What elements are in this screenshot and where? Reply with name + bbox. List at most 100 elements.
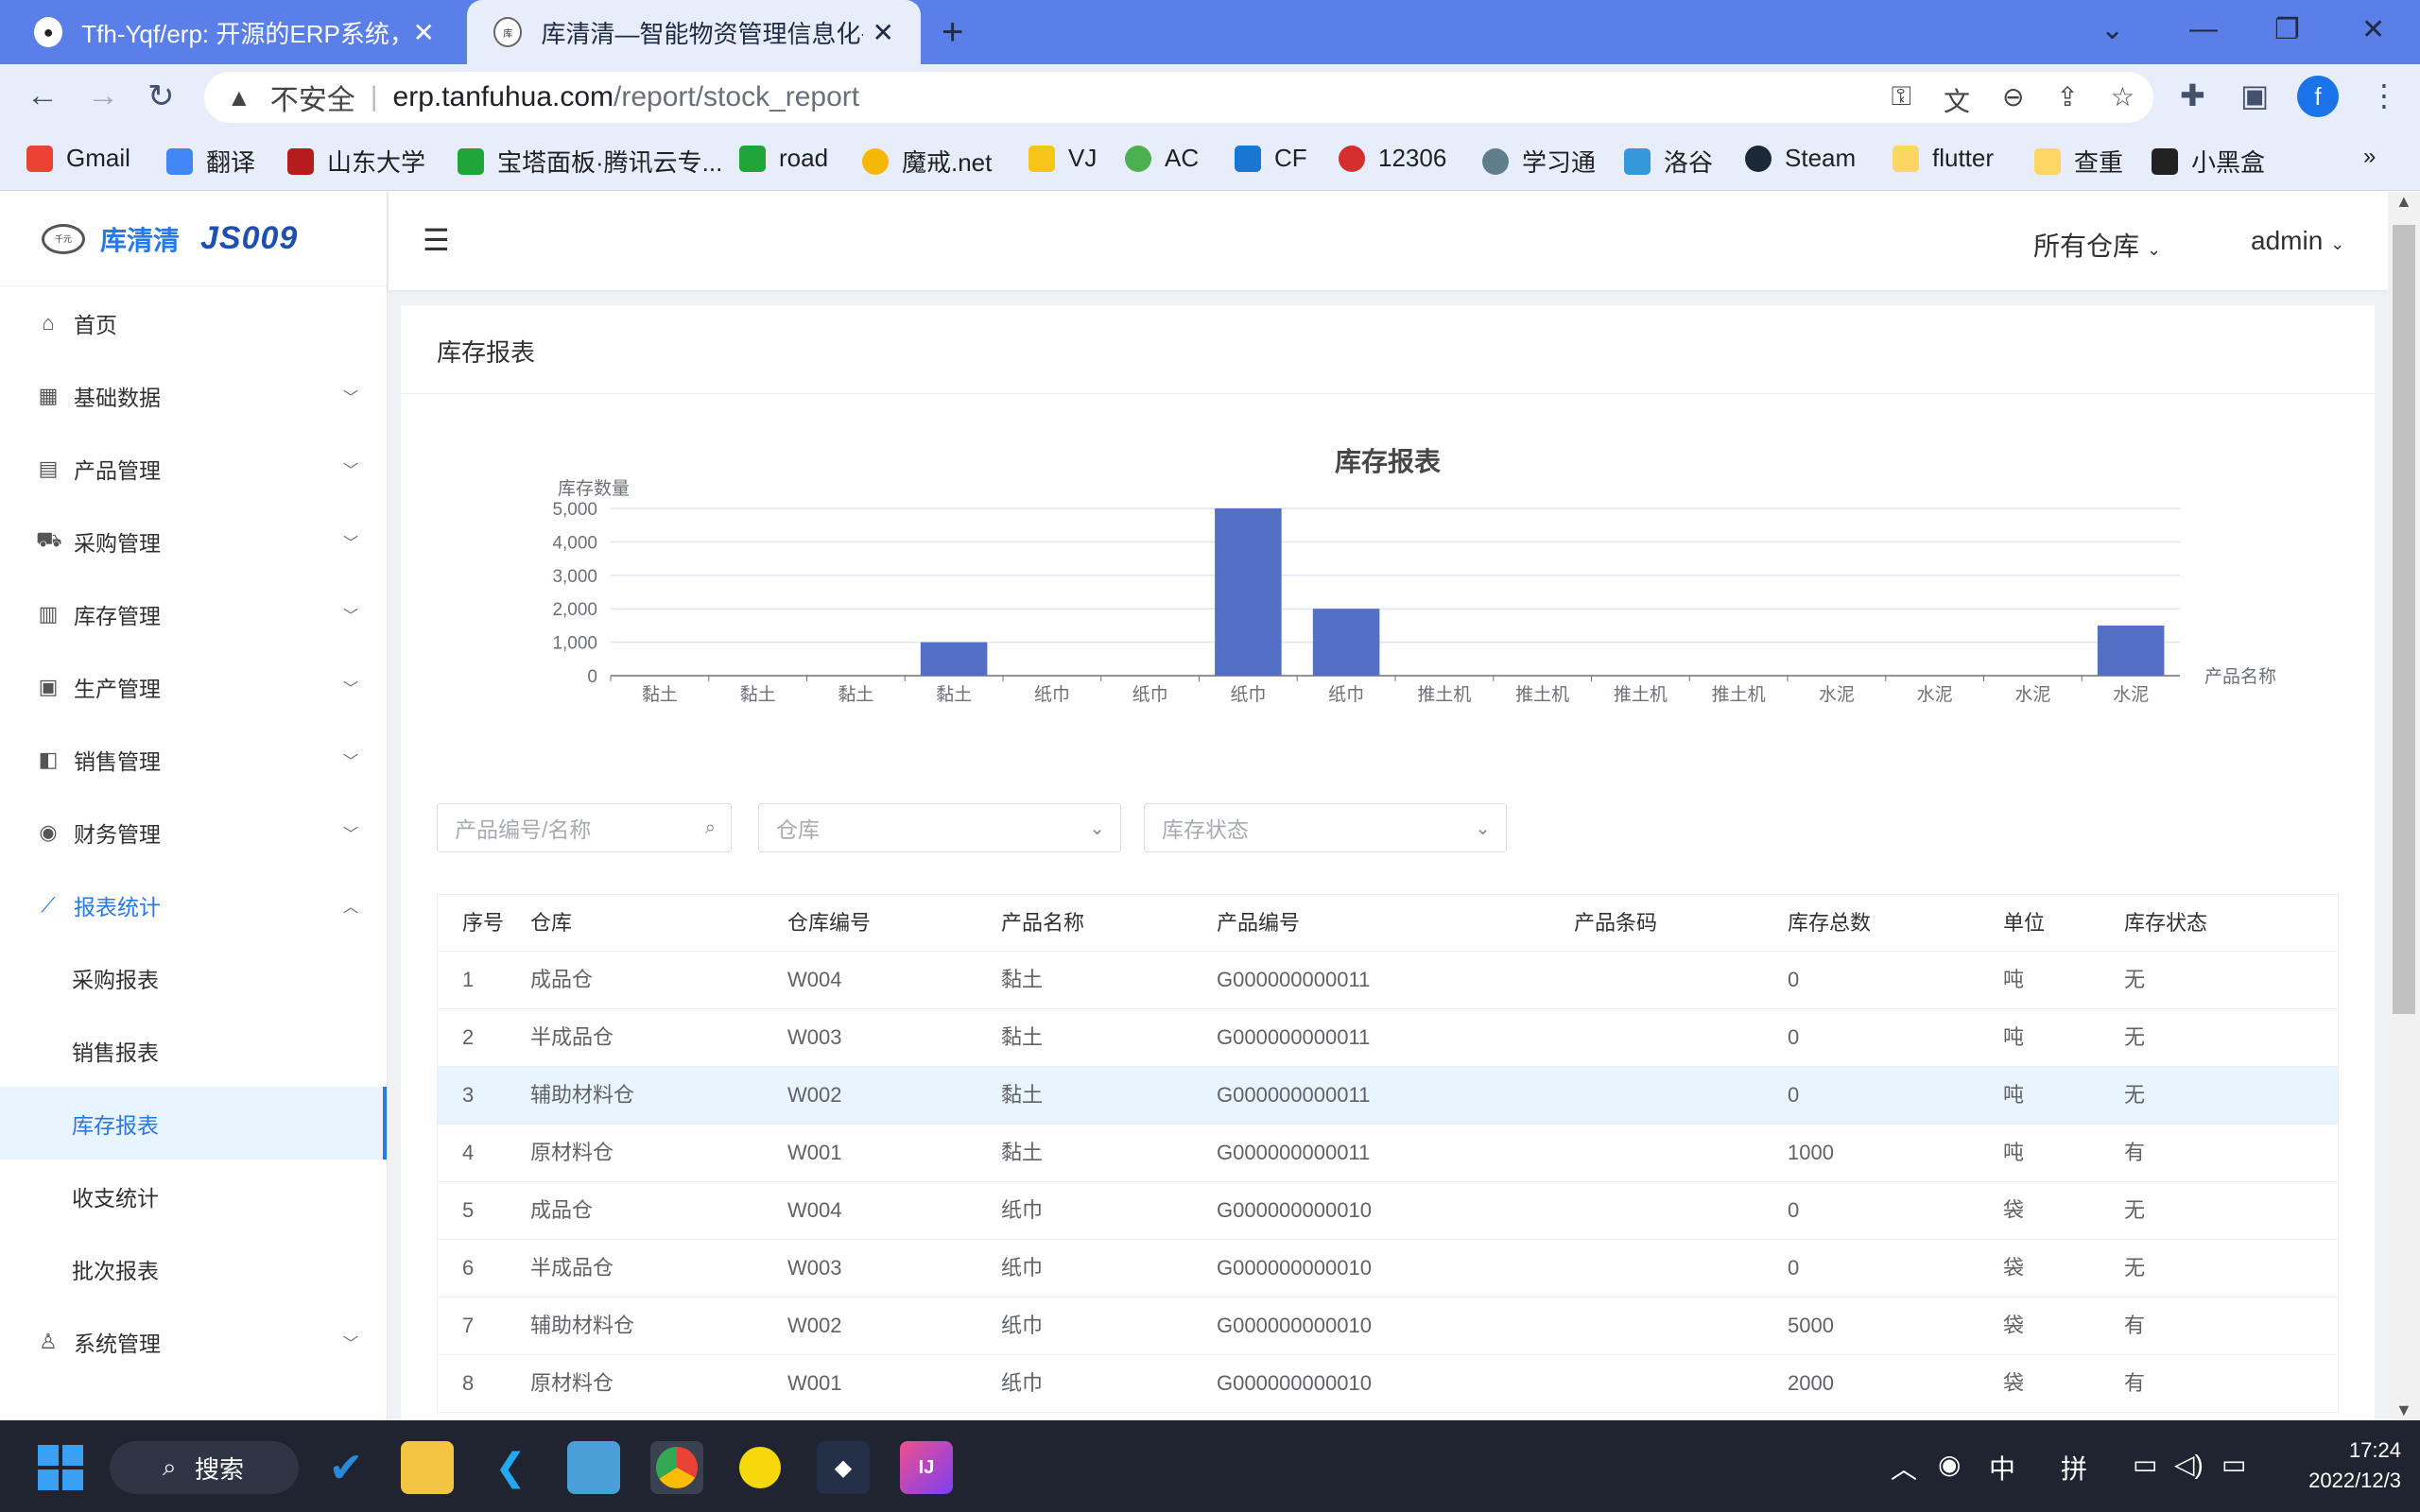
warehouse-select-placeholder: 仓库 bbox=[776, 817, 820, 842]
music-app-icon[interactable] bbox=[734, 1441, 786, 1494]
menu-item[interactable]: ⟋ 报表统计 ︿ bbox=[0, 868, 387, 941]
reload-button[interactable]: ↻ bbox=[147, 77, 175, 115]
network-icon[interactable]: ▭ bbox=[2133, 1449, 2157, 1480]
table-cell: W001 bbox=[787, 1141, 842, 1164]
bookmark-luogu[interactable]: 洛谷 bbox=[1624, 144, 1713, 179]
windows-start-icon[interactable] bbox=[38, 1445, 83, 1490]
stock-status-select[interactable]: 库存状态 ⌄ bbox=[1144, 803, 1507, 852]
close-window-button[interactable]: ✕ bbox=[2361, 13, 2385, 46]
forward-button[interactable]: → bbox=[87, 77, 119, 114]
bookmark-sdu[interactable]: 山东大学 bbox=[287, 144, 425, 179]
tray-expand-icon[interactable]: ︿ bbox=[1891, 1449, 1917, 1486]
bookmark-road[interactable]: road bbox=[739, 144, 828, 173]
grid-icon: ▦ bbox=[38, 383, 59, 407]
extensions-icon[interactable]: ✚ bbox=[2180, 77, 2205, 113]
bookmark-xuexitong[interactable]: 学习通 bbox=[1482, 144, 1596, 179]
restore-button[interactable]: ❐ bbox=[2274, 13, 2300, 46]
submenu-item[interactable]: 批次报表 bbox=[0, 1232, 387, 1305]
search-icon[interactable]: ⌕ bbox=[705, 817, 716, 839]
table-row[interactable]: 5 成品仓 W004 纸巾 G000000000010 0 袋 无 bbox=[438, 1182, 2338, 1240]
table-cell: 黏土 bbox=[1001, 1025, 1044, 1049]
menu-item[interactable]: ▣ 生产管理 ﹀ bbox=[0, 650, 387, 723]
vscode-icon[interactable]: ❮ bbox=[484, 1441, 537, 1494]
menu-item[interactable]: ◧ 销售管理 ﹀ bbox=[0, 723, 387, 796]
bookmark-baota[interactable]: 宝塔面板·腾讯云专... bbox=[458, 144, 722, 179]
page-scrollbar[interactable]: ▲ ▼ bbox=[2388, 192, 2420, 1420]
bookmark-xiaoheihe[interactable]: 小黑盒 bbox=[2152, 144, 2265, 179]
side-panel-icon[interactable]: ▣ bbox=[2240, 77, 2269, 113]
menu-item[interactable]: ▥ 库存管理 ﹀ bbox=[0, 577, 387, 650]
menu-item[interactable]: ⌂ 首页 bbox=[0, 286, 387, 359]
menu-item[interactable]: ▦ 基础数据 ﹀ bbox=[0, 359, 387, 432]
todo-app-icon[interactable]: ✔ bbox=[320, 1441, 372, 1494]
menu-item[interactable]: ♙ 系统管理 ﹀ bbox=[0, 1305, 387, 1378]
scroll-up-icon[interactable]: ▲ bbox=[2395, 192, 2412, 212]
bookmark-gmail[interactable]: Gmail bbox=[26, 144, 130, 173]
profile-avatar[interactable]: f bbox=[2297, 76, 2339, 117]
back-button[interactable]: ← bbox=[26, 77, 59, 114]
bookmark-steam[interactable]: Steam bbox=[1745, 144, 1856, 173]
table-row[interactable]: 4 原材料仓 W001 黏土 G000000000011 1000 吨 有 bbox=[438, 1125, 2338, 1182]
bookmark-mojie[interactable]: 魔戒.net bbox=[862, 144, 992, 179]
notepad-icon[interactable] bbox=[567, 1441, 620, 1494]
tab-search-icon[interactable]: ⌄ bbox=[2100, 13, 2124, 46]
cat-app-icon[interactable]: ◆ bbox=[817, 1441, 870, 1494]
menu-item[interactable]: ▤ 产品管理 ﹀ bbox=[0, 432, 387, 505]
battery-icon[interactable]: ▭ bbox=[2221, 1449, 2246, 1480]
close-tab-icon[interactable]: ✕ bbox=[413, 17, 435, 48]
scrollbar-thumb[interactable] bbox=[2393, 225, 2415, 1014]
qq-icon[interactable]: ◉ bbox=[1938, 1449, 1961, 1480]
chevron-down-icon: ﹀ bbox=[342, 462, 358, 479]
product-search-input[interactable]: 产品编号/名称 ⌕ bbox=[437, 803, 732, 852]
menu-item[interactable]: ◉ 财务管理 ﹀ bbox=[0, 796, 387, 868]
intellij-icon[interactable]: IJ bbox=[900, 1441, 953, 1494]
menu-kebab-icon[interactable]: ⋮ bbox=[2369, 77, 2399, 113]
submenu-item[interactable]: 收支统计 bbox=[0, 1160, 387, 1232]
browser-tab-erp[interactable]: 库 库清清—智能物资管理信息化平台 ✕ bbox=[467, 0, 921, 64]
bookmark-chachong[interactable]: 查重 bbox=[2034, 144, 2123, 179]
bookmark-12306[interactable]: 12306 bbox=[1339, 144, 1446, 173]
key-icon[interactable]: ⚿ bbox=[1892, 81, 1911, 119]
more-bookmarks-icon[interactable]: » bbox=[2363, 144, 2376, 170]
address-bar[interactable]: ▲ 不安全 | erp.tanfuhua.com/report/stock_re… bbox=[204, 72, 2153, 123]
minimize-button[interactable]: — bbox=[2189, 13, 2218, 45]
ime-mode[interactable]: 拼 bbox=[2061, 1449, 2087, 1486]
user-dropdown[interactable]: admin ⌄ bbox=[2251, 226, 2344, 256]
bookmark-ac[interactable]: AC bbox=[1125, 144, 1199, 173]
share-icon[interactable]: ⇪ bbox=[2056, 81, 2078, 119]
table-cell: 袋 bbox=[2003, 1256, 2025, 1280]
coin-icon: ◉ bbox=[39, 819, 58, 844]
zoom-icon[interactable]: ⊖ bbox=[2002, 81, 2024, 119]
bookmark-vj[interactable]: VJ bbox=[1028, 144, 1097, 173]
chrome-icon[interactable] bbox=[650, 1441, 703, 1494]
close-tab-icon[interactable]: ✕ bbox=[873, 17, 894, 48]
browser-tab-github[interactable]: ● Tfh-Yqf/erp: 开源的ERP系统，使 ✕ bbox=[8, 0, 461, 64]
bookmark-star-icon[interactable]: ☆ bbox=[2111, 81, 2135, 119]
bookmark-translate[interactable]: 翻译 bbox=[166, 144, 255, 179]
translate-icon[interactable]: 文 bbox=[1944, 81, 1970, 119]
bookmark-cf[interactable]: CF bbox=[1235, 144, 1307, 173]
table-row[interactable]: 7 辅助材料仓 W002 纸巾 G000000000010 5000 袋 有 bbox=[438, 1297, 2338, 1355]
new-tab-button[interactable]: + bbox=[942, 11, 963, 54]
warning-icon[interactable]: ▲ bbox=[227, 83, 251, 112]
warehouse-dropdown[interactable]: 所有仓库 ⌄ bbox=[2033, 226, 2161, 264]
submenu-item[interactable]: 销售报表 bbox=[0, 1014, 387, 1087]
scroll-down-icon[interactable]: ▼ bbox=[2395, 1400, 2412, 1420]
warehouse-select[interactable]: 仓库 ⌄ bbox=[758, 803, 1121, 852]
ime-language[interactable]: 中 bbox=[1989, 1449, 2015, 1486]
table-row[interactable]: 2 半成品仓 W003 黏土 G000000000011 0 吨 无 bbox=[438, 1009, 2338, 1067]
taskbar-search[interactable]: ⌕ 搜索 bbox=[110, 1441, 299, 1494]
table-row[interactable]: 1 成品仓 W004 黏土 G000000000011 0 吨 无 bbox=[438, 952, 2338, 1009]
table-row[interactable]: 8 原材料仓 W001 纸巾 G000000000010 2000 袋 有 bbox=[438, 1355, 2338, 1413]
table-row[interactable]: 3 辅助材料仓 W002 黏土 G000000000011 0 吨 无 bbox=[438, 1067, 2338, 1125]
submenu-item[interactable]: 库存报表 bbox=[0, 1087, 387, 1160]
bookmark-flutter[interactable]: flutter bbox=[1893, 144, 1994, 173]
system-clock[interactable]: 17:24 2022/12/3 bbox=[2278, 1435, 2401, 1496]
file-explorer-icon[interactable] bbox=[401, 1441, 454, 1494]
table-row[interactable]: 6 半成品仓 W003 纸巾 G000000000010 0 袋 无 bbox=[438, 1240, 2338, 1297]
collapse-menu-icon[interactable]: ☰ bbox=[423, 222, 450, 258]
clock-date: 2022/12/3 bbox=[2308, 1469, 2401, 1492]
submenu-item[interactable]: 采购报表 bbox=[0, 941, 387, 1014]
menu-item[interactable]: ⛟ 采购管理 ﹀ bbox=[0, 505, 387, 577]
volume-icon[interactable]: ◁) bbox=[2174, 1449, 2204, 1480]
